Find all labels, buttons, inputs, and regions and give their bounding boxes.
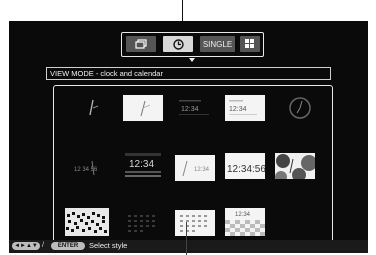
footer-hint-label: Select style — [89, 241, 128, 250]
thumb-14-time: 12:34 — [235, 212, 251, 218]
clock-style-thumbnail-11[interactable] — [65, 208, 109, 236]
clock-style-thumbnail-10[interactable] — [275, 153, 315, 179]
clock-icon — [172, 38, 184, 50]
clock-style-thumbnail-7[interactable]: 12:34 — [123, 151, 163, 177]
clock-style-thumbnail-6[interactable]: 12 34 56 — [73, 155, 113, 181]
index-grid-icon — [245, 39, 254, 48]
view-mode-title: VIEW MODE - clock and calendar — [50, 69, 163, 78]
clock-style-thumbnail-12[interactable] — [123, 210, 163, 236]
footer-separator: / — [42, 242, 44, 249]
thumb-7-time: 12:34 — [129, 159, 154, 170]
callout-line-bottom — [186, 222, 187, 255]
tab-slideshow[interactable] — [126, 36, 156, 52]
thumb-8-time: 12:34 — [194, 167, 210, 173]
clock-style-thumbnail-2[interactable] — [123, 95, 163, 121]
nav-keys-badge: ◄►▲▼ — [12, 242, 40, 250]
clock-style-thumbnail-1[interactable] — [73, 95, 113, 121]
view-mode-title-bar: VIEW MODE - clock and calendar — [46, 67, 331, 80]
view-mode-screen: SINGLE VIEW MODE - clock and calendar 12… — [9, 21, 368, 253]
clock-style-thumbnail-9[interactable]: 12:34:56 — [225, 153, 265, 179]
slideshow-icon — [135, 39, 147, 49]
enter-key-badge: ENTER — [51, 242, 85, 250]
clock-style-thumbnail-8[interactable]: 12:34 — [175, 155, 215, 181]
tab-single[interactable]: SINGLE — [200, 36, 235, 52]
thumb-4-time: 12:34 — [229, 106, 247, 113]
clock-style-thumbnail-4[interactable]: 12:34 — [225, 95, 265, 121]
thumb-3-time: 12:34 — [181, 106, 199, 113]
clock-style-thumbnail-14[interactable]: 12:34 — [225, 208, 265, 236]
clock-style-thumbnail-13[interactable] — [175, 210, 215, 236]
thumb-9-time: 12:34:56 — [227, 164, 265, 175]
clock-style-thumbnail-5[interactable] — [285, 95, 315, 121]
tab-index[interactable] — [240, 36, 260, 52]
view-mode-tab-bar: SINGLE — [121, 32, 264, 57]
thumb-6-time: 12 34 56 — [74, 167, 98, 173]
clock-style-thumbnail-3[interactable]: 12:34 — [175, 95, 215, 121]
tab-clock-and-calendar[interactable] — [163, 36, 193, 52]
tab-single-label: SINGLE — [202, 39, 233, 49]
tab-pointer-arrow — [189, 58, 195, 62]
footer-hint-bar: ◄►▲▼ / ENTER Select style — [9, 240, 368, 253]
callout-line-top — [182, 0, 183, 22]
